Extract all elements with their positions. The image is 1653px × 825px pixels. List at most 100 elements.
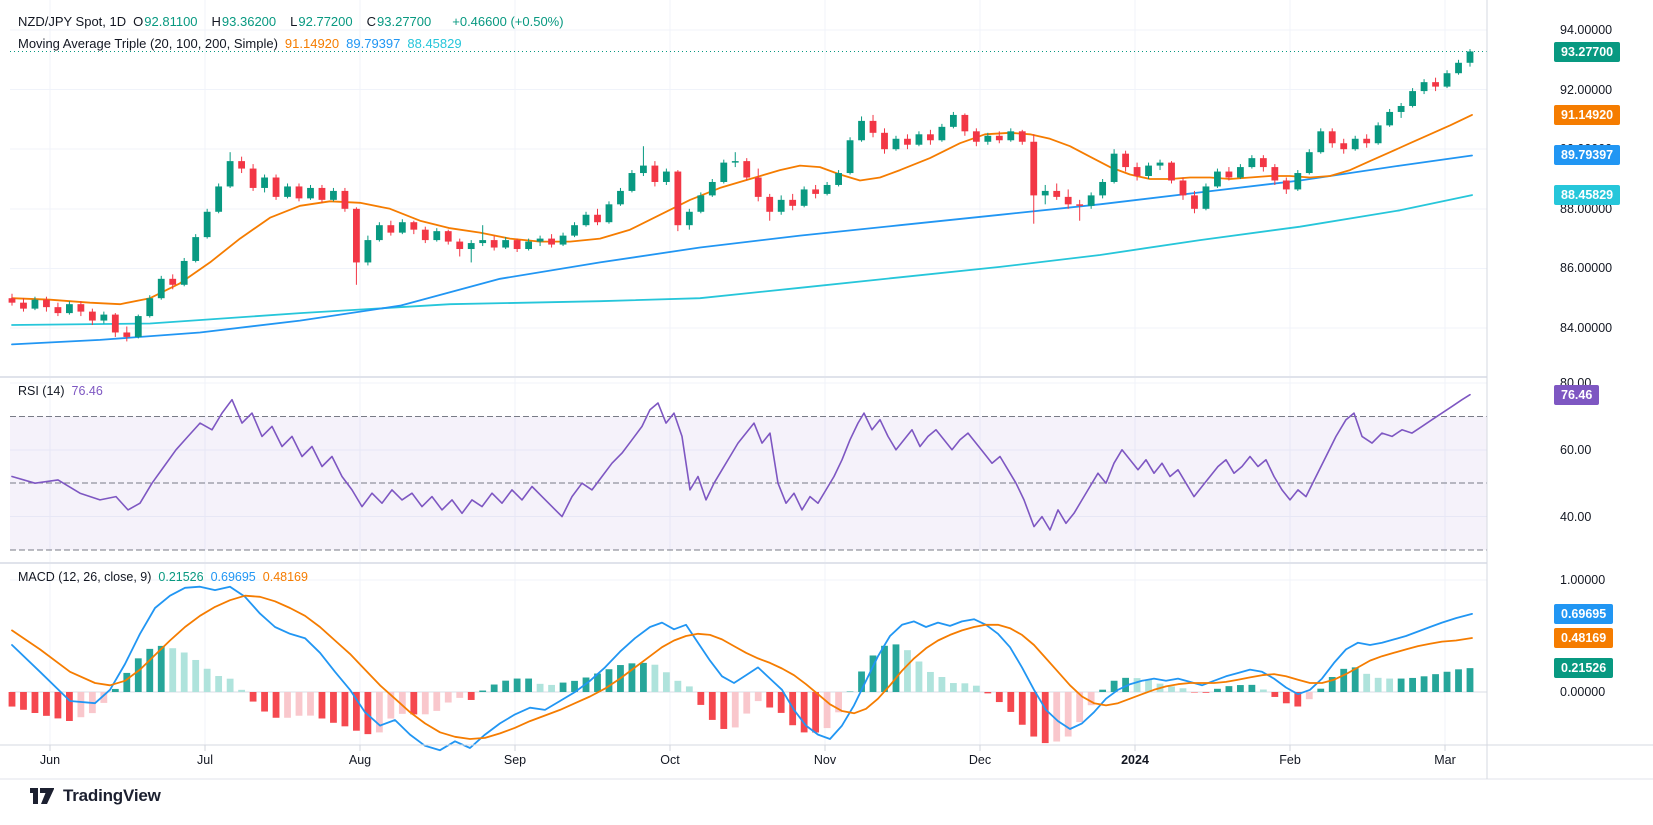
- candle-body: [1375, 125, 1382, 143]
- candle-body: [158, 279, 165, 298]
- macd-badge: 0.21526: [1554, 658, 1613, 678]
- macd-value: 0.48169: [263, 570, 308, 584]
- price-tick-label: 86.00000: [1560, 261, 1612, 275]
- time-label: Dec: [969, 753, 991, 767]
- macd-histogram-bar: [479, 691, 486, 692]
- macd-histogram-bar: [663, 672, 670, 692]
- candle-body: [1191, 195, 1198, 208]
- time-label: Nov: [814, 753, 836, 767]
- candle-body: [238, 161, 245, 168]
- candle-body: [984, 136, 991, 142]
- macd-histogram-bar: [32, 692, 39, 713]
- candle-body: [77, 304, 84, 311]
- symbol-title[interactable]: NZD/JPY Spot, 1D: [18, 14, 126, 29]
- macd-histogram-bar: [77, 692, 84, 717]
- macd-histogram-bar: [1398, 679, 1405, 692]
- macd-histogram-bar: [273, 692, 280, 718]
- chart-canvas[interactable]: [0, 0, 1653, 825]
- macd-histogram-bar: [961, 683, 968, 692]
- price-badge: 91.14920: [1554, 105, 1620, 125]
- candle-body: [835, 173, 842, 185]
- candle-body: [996, 136, 1003, 140]
- ohlc-key: H: [212, 14, 221, 29]
- macd-histogram-bar: [1386, 679, 1393, 692]
- candle-body: [112, 315, 119, 333]
- macd-histogram-bar: [640, 663, 647, 692]
- ohlc-pair: H93.36200: [212, 14, 284, 29]
- candle-body: [606, 204, 613, 222]
- ohlc-key: O: [133, 14, 143, 29]
- rsi-tick-label: 60.00: [1560, 443, 1591, 457]
- candle-body: [319, 188, 326, 200]
- macd-histogram-bar: [1019, 692, 1026, 725]
- price-tick-label: 84.00000: [1560, 321, 1612, 335]
- candle-body: [1180, 180, 1187, 195]
- macd-histogram-bar: [939, 677, 946, 692]
- macd-histogram-bar: [686, 686, 693, 692]
- candle-body: [135, 316, 142, 337]
- macd-histogram-bar: [1467, 668, 1474, 692]
- time-label: Mar: [1434, 753, 1456, 767]
- candle-body: [169, 279, 176, 285]
- candle-body: [881, 133, 888, 149]
- candle-body: [342, 191, 349, 209]
- macd-histogram-bar: [548, 685, 555, 692]
- candle-body: [491, 240, 498, 247]
- time-axis[interactable]: JunJulAugSepOctNovDec2024FebMar: [0, 745, 1653, 779]
- macd-histogram-bar: [1444, 672, 1451, 692]
- candle-body: [296, 186, 303, 198]
- ma-value: 91.14920: [285, 36, 339, 51]
- candle-body: [433, 231, 440, 240]
- macd-histogram-bar: [1214, 689, 1221, 692]
- macd-histogram-bar: [778, 692, 785, 713]
- tradingview-logo[interactable]: TradingView: [30, 786, 161, 806]
- candle-body: [1409, 91, 1416, 106]
- candle-body: [376, 225, 383, 240]
- candle-body: [1168, 163, 1175, 181]
- macd-histogram-bar: [146, 649, 153, 692]
- macd-histogram-bar: [502, 681, 509, 692]
- ohlc-pair: C93.27700: [367, 14, 439, 29]
- candle-body: [66, 304, 73, 313]
- candle-body: [215, 186, 222, 211]
- macd-histogram-bar: [123, 673, 130, 692]
- candle-body: [617, 191, 624, 204]
- time-label: Aug: [349, 753, 371, 767]
- candle-body: [1271, 167, 1278, 180]
- rsi-indicator-label[interactable]: RSI (14): [18, 384, 65, 398]
- candle-body: [1444, 73, 1451, 86]
- macd-histogram-bar: [824, 692, 831, 728]
- candle-body: [1329, 131, 1336, 143]
- macd-histogram-bar: [261, 692, 268, 712]
- macd-indicator-label[interactable]: MACD (12, 26, close, 9): [18, 570, 151, 584]
- macd-histogram-bar: [445, 692, 452, 703]
- candle-body: [560, 236, 567, 245]
- price-axis[interactable]: 94.0000092.0000090.0000088.0000086.00000…: [1487, 0, 1653, 780]
- macd-histogram-bar: [9, 692, 16, 707]
- candle-body: [192, 237, 199, 261]
- candle-body: [1398, 106, 1405, 112]
- macd-histogram-bar: [342, 692, 349, 726]
- macd-histogram-bar: [720, 692, 727, 729]
- candle-body: [583, 215, 590, 225]
- price-badge: 93.27700: [1554, 42, 1620, 62]
- candle-body: [204, 212, 211, 237]
- macd-histogram-bar: [537, 684, 544, 692]
- macd-histogram-bar: [674, 681, 681, 692]
- candle-body: [973, 131, 980, 141]
- macd-badge: 0.48169: [1554, 628, 1613, 648]
- candle-body: [1260, 158, 1267, 167]
- macd-histogram-bar: [1421, 676, 1428, 692]
- macd-histogram-bar: [181, 653, 188, 692]
- candle-body: [55, 307, 62, 313]
- macd-histogram-bar: [330, 692, 337, 723]
- candle-body: [594, 215, 601, 222]
- price-tick-label: 92.00000: [1560, 83, 1612, 97]
- candle-body: [1386, 112, 1393, 125]
- ma-indicator-label[interactable]: Moving Average Triple (20, 100, 200, Sim…: [18, 36, 278, 51]
- macd-histogram-bar: [950, 683, 957, 692]
- candle-body: [1340, 143, 1347, 149]
- time-label: 2024: [1121, 753, 1149, 767]
- candle-body: [1214, 172, 1221, 187]
- macd-histogram-bar: [1180, 688, 1187, 692]
